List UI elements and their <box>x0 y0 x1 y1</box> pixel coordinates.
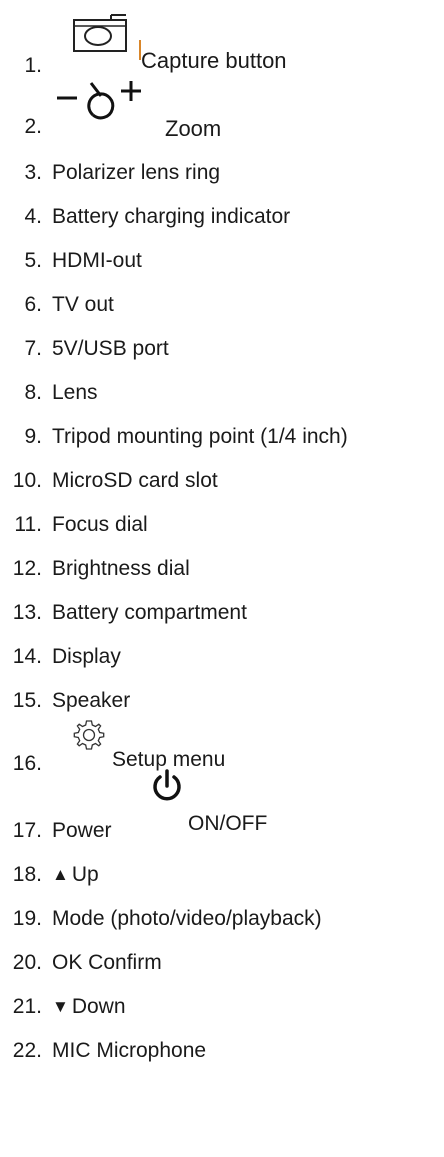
legend-item-display: 14. Display <box>0 637 444 677</box>
legend-item-hdmi-out: 5. HDMI-out <box>0 241 444 281</box>
legend-item-up: 18. ▲ Up <box>0 855 444 895</box>
legend-item-tv-out: 6. TV out <box>0 285 444 325</box>
legend-item-microsd-slot: 10. MicroSD card slot <box>0 461 444 501</box>
item-number: 14. <box>12 645 42 668</box>
item-label: Display <box>52 645 121 668</box>
item-number: 2. <box>24 115 42 138</box>
legend-item-lens: 8. Lens <box>0 373 444 413</box>
legend-item-polarizer: 3. Polarizer lens ring <box>0 153 444 193</box>
item-label: Focus dial <box>52 513 148 536</box>
item-number: 15. <box>12 689 42 712</box>
item-number: 19. <box>12 907 42 930</box>
up-triangle-icon: ▲ <box>52 865 69 884</box>
item-label: HDMI-out <box>52 249 142 272</box>
item-label: MicroSD card slot <box>52 469 218 492</box>
legend-item-power: 17. Power ON/OFF <box>0 769 444 851</box>
item-number: 4. <box>24 205 42 228</box>
item-number: 7. <box>24 337 42 360</box>
item-number: 16. <box>12 752 42 775</box>
legend-item-mode: 19. Mode (photo/video/playback) <box>0 899 444 939</box>
item-label: Power <box>52 819 112 842</box>
legend-item-microphone: 22. MIC Microphone <box>0 1031 444 1071</box>
item-number: 20. <box>12 951 42 974</box>
legend-item-zoom: 2. Zoom <box>0 81 444 147</box>
legend-item-ok-confirm: 20. OK Confirm <box>0 943 444 983</box>
item-label: Brightness dial <box>52 557 190 580</box>
down-triangle-icon: ▼ <box>52 997 69 1016</box>
legend-item-brightness-dial: 12. Brightness dial <box>0 549 444 589</box>
item-number: 6. <box>24 293 42 316</box>
legend-item-speaker: 15. Speaker <box>0 681 444 721</box>
item-label: Polarizer lens ring <box>52 161 221 184</box>
item-label: Capture button <box>141 48 287 73</box>
item-label: Battery compartment <box>52 601 247 624</box>
legend-item-down: 21. ▼ Down <box>0 987 444 1027</box>
camera-icon <box>71 12 129 54</box>
item-label: Zoom <box>165 116 222 141</box>
item-number: 9. <box>24 425 42 448</box>
item-label-suffix: ON/OFF <box>188 812 268 835</box>
item-label: Down <box>71 995 126 1018</box>
item-label: Lens <box>52 381 98 404</box>
item-number: 12. <box>12 557 42 580</box>
zoom-minus-plus-icon <box>55 77 165 127</box>
legend-item-focus-dial: 11. Focus dial <box>0 505 444 545</box>
legend-item-battery-compartment: 13. Battery compartment <box>0 593 444 633</box>
item-number: 3. <box>24 161 42 184</box>
legend-item-battery-indicator: 4. Battery charging indicator <box>0 197 444 237</box>
power-icon <box>150 767 184 805</box>
item-label: 5V/USB port <box>52 337 169 360</box>
item-label: Mode (photo/video/playback) <box>52 907 322 930</box>
item-number: 8. <box>24 381 42 404</box>
item-number: 22. <box>12 1039 42 1062</box>
item-number: 10. <box>12 469 42 492</box>
item-label: Tripod mounting point (1/4 inch) <box>52 425 348 448</box>
legend-item-tripod-mount: 9. Tripod mounting point (1/4 inch) <box>0 417 444 457</box>
gear-icon <box>72 718 106 752</box>
item-label: Up <box>71 863 99 886</box>
item-number: 5. <box>24 249 42 272</box>
item-label: OK Confirm <box>52 951 162 974</box>
item-label: MIC Microphone <box>52 1039 207 1062</box>
item-label: TV out <box>52 293 114 316</box>
item-number: 18. <box>12 863 42 886</box>
item-number: 17. <box>12 819 42 842</box>
legend-item-setup-menu: 16. Setup menu <box>0 720 444 784</box>
item-label: Speaker <box>52 689 131 712</box>
item-number: 21. <box>12 995 42 1018</box>
item-number: 11. <box>14 513 42 536</box>
item-number: 1. <box>24 54 42 77</box>
legend-item-usb-port: 7. 5V/USB port <box>0 329 444 369</box>
item-label: Battery charging indicator <box>52 205 291 228</box>
item-number: 13. <box>12 601 42 624</box>
